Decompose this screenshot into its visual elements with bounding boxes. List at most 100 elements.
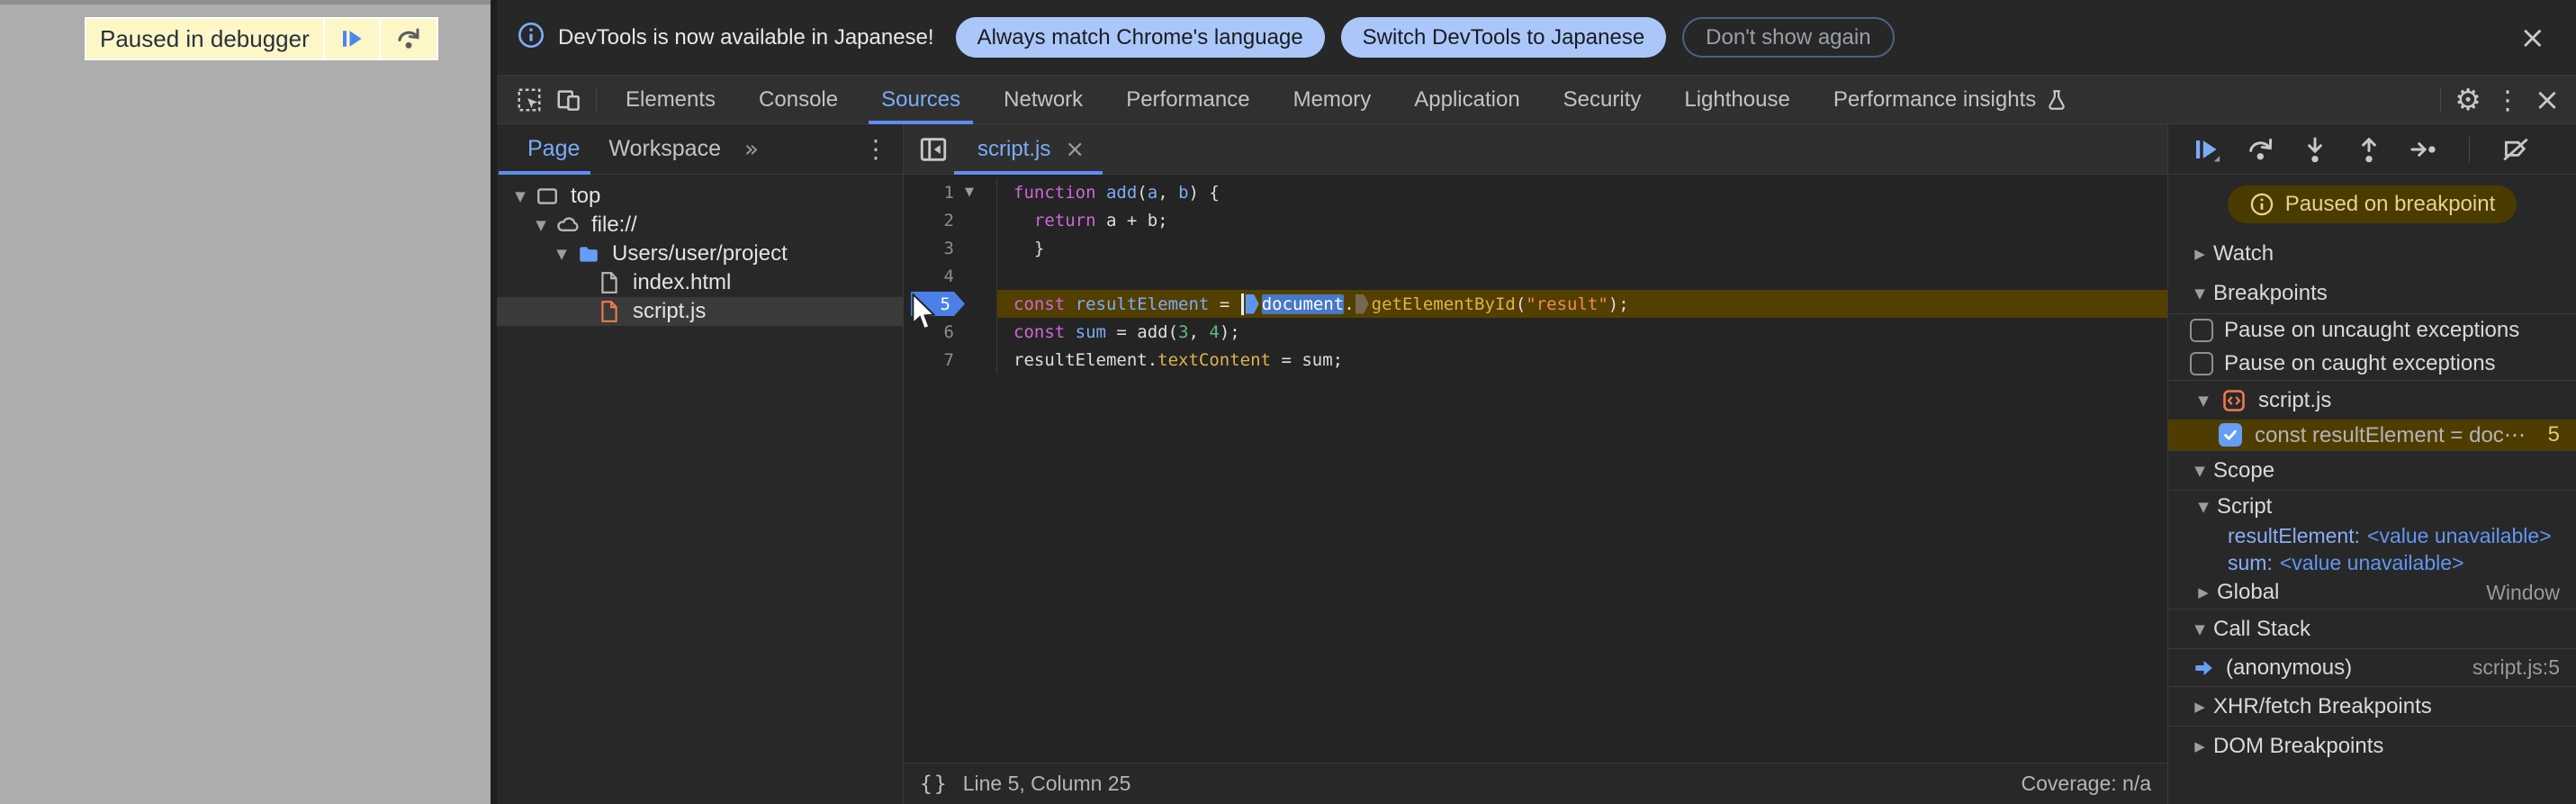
tree-item-script-js[interactable]: script.js [497,297,903,326]
section-xhr-fetch-breakpoints[interactable]: ▶ XHR/fetch Breakpoints [2168,686,2576,726]
gutter-line-2[interactable]: 2 [904,206,997,234]
code-editor[interactable]: 1 ▼ function add(a, b) {2 return a + b; 3 }… [904,175,2167,763]
mouse-cursor [912,294,936,330]
line-number[interactable]: 2 [904,211,954,230]
more-tabs-chevron-icon[interactable]: » [744,136,759,163]
tab-elements[interactable]: Elements [604,76,737,124]
deactivate-breakpoints-icon[interactable] [2500,134,2531,165]
step-out-icon[interactable] [2354,134,2384,165]
section-call-stack[interactable]: ▼ Call Stack [2168,609,2576,648]
tab-lighthouse[interactable]: Lighthouse [1662,76,1811,124]
overlay-step-over-button[interactable] [378,19,437,59]
section-breakpoints[interactable]: ▼ Breakpoints [2168,274,2576,313]
tab-page[interactable]: Page [498,124,594,175]
tree-item-users-user-project[interactable]: ▼ Users/user/project [497,239,903,268]
code-line-3[interactable]: 3 } [904,234,2167,262]
checkbox-icon[interactable] [2190,351,2213,375]
code-content [997,262,2167,290]
resume-script-icon[interactable] [2192,134,2222,165]
breakpoint-group-script-js[interactable]: ▼ script.js [2168,380,2576,420]
expand-arrow-icon[interactable]: ▼ [530,217,552,233]
scope-variable-resultelement-[interactable]: resultElement: <value unavailable> [2168,522,2576,549]
breakpoint-checkbox-icon[interactable] [2219,423,2242,447]
checkbox-icon[interactable] [2190,319,2213,342]
devtools-close-icon[interactable]: × [2527,80,2567,120]
line-number[interactable]: 7 [904,350,954,370]
code-line-4[interactable]: 4 [904,262,2167,290]
inline-breakpoint-marker-active[interactable] [1245,294,1259,314]
gutter-line-7[interactable]: 7 [904,346,997,374]
tab-performance-insights[interactable]: Performance insights [1812,76,2090,124]
expand-arrow-icon[interactable]: ▼ [509,188,531,204]
step-over-icon[interactable] [2246,134,2276,165]
folder-icon [572,242,605,266]
line-number[interactable]: 4 [904,266,954,286]
code-line-5[interactable]: 5 const resultElement = document. getEleme… [904,290,2167,318]
code-line-2[interactable]: 2 return a + b; [904,206,2167,234]
gutter-line-4[interactable]: 4 [904,262,997,290]
code-line-1[interactable]: 1 ▼ function add(a, b) { [904,178,2167,206]
tree-item-top[interactable]: ▼ top [497,182,903,211]
tab-label-console: Console [759,86,839,112]
tab-network[interactable]: Network [982,76,1104,124]
settings-gear-icon[interactable]: ⚙ [2448,80,2488,120]
device-toolbar-icon[interactable] [549,80,589,120]
token-pl: = [1209,294,1240,314]
token-num: 3 [1178,321,1189,342]
tree-item-index-html[interactable]: index.html [497,268,903,297]
gutter-line-3[interactable]: 3 [904,234,997,262]
tab-label-security: Security [1563,86,1642,112]
inspect-element-icon[interactable] [509,80,549,120]
fold-arrow-icon[interactable]: ▼ [954,185,985,199]
tab-application[interactable]: Application [1392,76,1541,124]
group-arrow-icon: ▼ [2198,392,2209,409]
section-arrow-icon: ▼ [2194,462,2205,479]
editor-tab-scriptjs[interactable]: script.js × [954,124,1103,175]
inline-breakpoint-marker[interactable] [1355,294,1369,314]
navigator-menu-icon[interactable]: ⋮ [863,134,888,164]
more-options-icon[interactable]: ⋮ [2488,80,2527,120]
call-frame--anonymous-[interactable]: (anonymous) script.js:5 [2168,648,2576,686]
infobar-close-icon[interactable]: × [2513,19,2553,57]
scope-global[interactable]: ▶ Global Window [2168,576,2576,609]
pretty-print-icon[interactable]: {} [920,772,949,796]
editor-tab-close-icon[interactable]: × [1065,136,1085,163]
line-number[interactable]: 3 [904,239,954,258]
section-dom-breakpoints[interactable]: ▶ DOM Breakpoints [2168,726,2576,765]
section-label: XHR/fetch Breakpoints [2213,693,2432,718]
overlay-resume-button[interactable] [322,19,379,59]
tab-performance[interactable]: Performance [1104,76,1271,124]
tab-label-elements: Elements [626,86,716,112]
step-into-icon[interactable] [2300,134,2330,165]
paused-status-row: Paused on breakpoint [2168,175,2576,234]
tab-sources[interactable]: Sources [860,76,982,124]
token-pl: ) { [1188,182,1220,203]
breakpoint-entry[interactable]: const resultElement = doc⋯ 5 [2168,420,2576,450]
code-line-7[interactable]: 7 resultElement. textContent = sum; [904,346,2167,374]
code-content: } [997,234,2167,262]
token-prop: getElementById [1371,294,1516,314]
tab-memory[interactable]: Memory [1272,76,1393,124]
step-icon[interactable] [2408,134,2438,165]
tab-security[interactable]: Security [1542,76,1663,124]
tab-workspace[interactable]: Workspace [594,124,735,175]
tree-item-file-[interactable]: ▼ file:// [497,211,903,239]
section-watch[interactable]: ▶ Watch [2168,234,2576,274]
checkbox-pause-on-uncaught-exceptions[interactable]: Pause on uncaught exceptions [2168,313,2576,347]
token-pl: , [1188,321,1210,342]
expand-arrow-icon[interactable]: ▼ [551,246,572,262]
section-label: Watch [2213,241,2274,266]
line-number[interactable]: 1 [904,183,954,203]
dont-show-again-button[interactable]: Don't show again [1682,17,1895,58]
gutter-line-1[interactable]: 1 ▼ [904,178,997,206]
hide-navigator-icon[interactable] [913,129,954,170]
token-id: a [1147,182,1158,203]
checkbox-pause-on-caught-exceptions[interactable]: Pause on caught exceptions [2168,347,2576,380]
scope-variable-sum-[interactable]: sum: <value unavailable> [2168,549,2576,576]
always-match-language-button[interactable]: Always match Chrome's language [955,17,1325,58]
code-line-6[interactable]: 6 const sum = add(3, 4); [904,318,2167,346]
section-scope[interactable]: ▼ Scope [2168,450,2576,490]
switch-to-japanese-button[interactable]: Switch DevTools to Japanese [1340,17,1667,58]
section-script[interactable]: ▼ Script [2168,490,2576,522]
tab-console[interactable]: Console [737,76,860,124]
